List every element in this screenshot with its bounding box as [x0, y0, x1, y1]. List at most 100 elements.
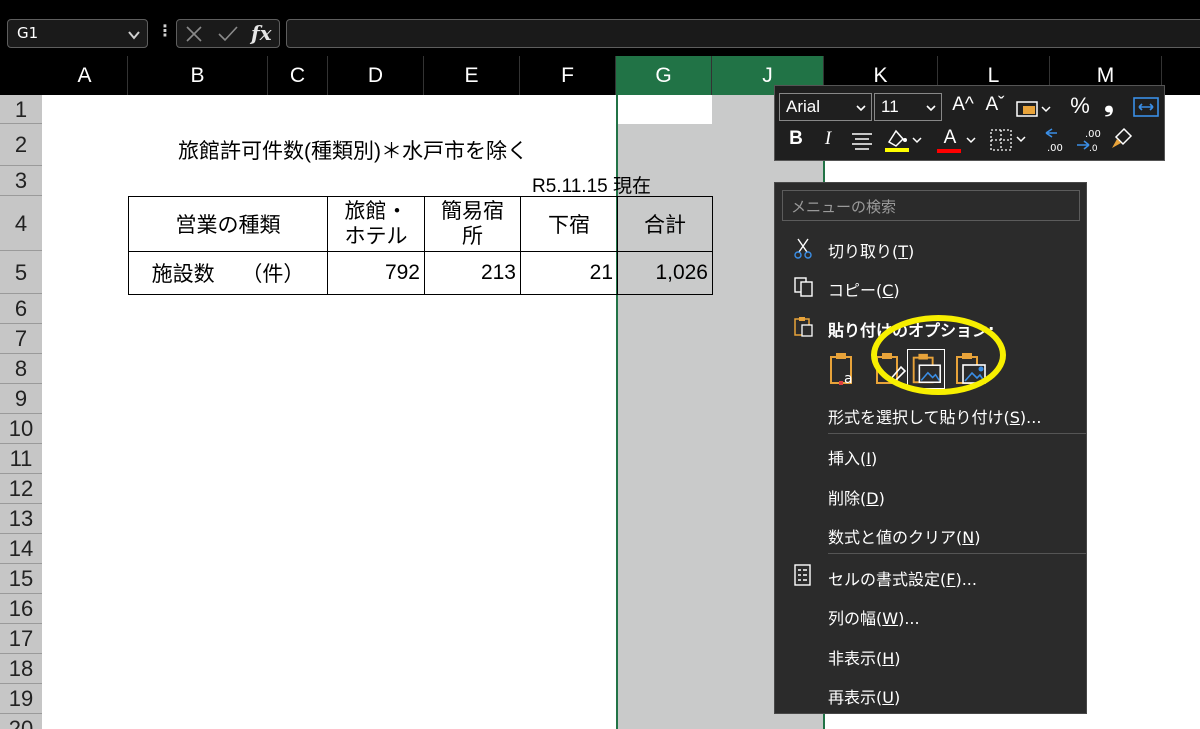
copy-icon [794, 277, 813, 297]
row-header-5[interactable]: 5 [0, 251, 42, 294]
row-header-2[interactable]: 2 [0, 124, 42, 166]
paste-values-icon[interactable]: a [825, 349, 863, 389]
bold-button[interactable]: B [787, 128, 805, 150]
font-size-dropdown[interactable]: 11 [874, 93, 942, 121]
menu-item-column-width[interactable]: 列の幅(W)... [828, 605, 920, 629]
format-cells-icon [794, 564, 811, 586]
header-total[interactable]: 合計 [617, 196, 713, 252]
row-header-10[interactable]: 10 [0, 414, 42, 444]
menu-separator [828, 553, 1086, 554]
increase-decimal-icon[interactable]: .00 [1043, 126, 1071, 154]
row-header-13[interactable]: 13 [0, 504, 42, 534]
menu-item-paste-special[interactable]: 形式を選択して貼り付け(S)... [828, 404, 1041, 428]
cancel-icon[interactable] [185, 25, 203, 43]
column-header-b[interactable]: B [128, 56, 268, 95]
row-label-facilities[interactable]: 施設数 （件） [128, 251, 328, 295]
wrap-text-icon[interactable] [1133, 96, 1159, 118]
value-total[interactable]: 1,026 [617, 251, 713, 295]
mini-toolbar: Arial 11 A^ Aˇ % ❟ B I A .00 .00.0 [774, 85, 1165, 161]
enter-check-icon[interactable] [217, 25, 239, 43]
formula-buttons: fx [176, 19, 280, 48]
fill-color-icon[interactable] [883, 126, 923, 154]
header-simple-lodging[interactable]: 簡易宿 所 [424, 196, 521, 252]
date-label: R5.11.15 現在 [532, 176, 651, 197]
font-name-dropdown[interactable]: Arial [779, 93, 872, 121]
scissors-icon [794, 238, 812, 259]
font-color-button[interactable]: A [941, 127, 959, 149]
italic-button[interactable]: I [820, 128, 836, 150]
active-cell-g1[interactable] [618, 95, 712, 124]
row-header-20[interactable]: 20 [0, 714, 42, 729]
font-size-value: 11 [881, 97, 899, 116]
font-name-value: Arial [786, 97, 821, 116]
context-menu: メニューの検索 切り取り(T) コピー(C) 貼り付けのオプション: a 形式を… [774, 182, 1087, 714]
row-header-12[interactable]: 12 [0, 474, 42, 504]
menu-item-hide[interactable]: 非表示(H) [828, 645, 901, 669]
menu-item-cut[interactable]: 切り取り(T) [828, 238, 914, 262]
highlight-circle [871, 315, 1006, 395]
header-type[interactable]: 営業の種類 [128, 196, 328, 252]
column-header-g[interactable]: G [616, 56, 712, 95]
column-header-d[interactable]: D [328, 56, 424, 95]
menu-separator [828, 433, 1086, 434]
formula-bar: G1 ⋮ fx [0, 0, 1200, 56]
increase-font-size-button[interactable]: A^ [951, 94, 975, 116]
header-boarding[interactable]: 下宿 [520, 196, 618, 252]
name-box-value: G1 [17, 24, 39, 42]
row-header-11[interactable]: 11 [0, 444, 42, 474]
borders-icon[interactable] [989, 127, 1029, 153]
header-hotel[interactable]: 旅館・ ホテル [327, 196, 425, 252]
svg-text:a: a [844, 371, 853, 387]
cell-style-icon[interactable] [1015, 98, 1051, 120]
insert-function-icon[interactable]: fx [251, 21, 272, 45]
chevron-down-icon[interactable] [965, 134, 977, 146]
chevron-down-icon [926, 105, 936, 112]
column-header-e[interactable]: E [424, 56, 520, 95]
paste-icon [794, 317, 813, 337]
menu-search-placeholder: メニューの検索 [791, 198, 897, 216]
column-header-f[interactable]: F [520, 56, 616, 95]
chevron-down-icon [856, 105, 866, 112]
font-color-swatch [937, 149, 961, 153]
svg-text:.0: .0 [1089, 144, 1098, 154]
menu-item-clear-contents[interactable]: 数式と値のクリア(N) [828, 524, 980, 548]
row-header-16[interactable]: 16 [0, 594, 42, 624]
menu-search-input[interactable]: メニューの検索 [782, 190, 1080, 221]
svg-text:.00: .00 [1085, 129, 1101, 140]
row-header-6[interactable]: 6 [0, 294, 42, 324]
menu-item-copy[interactable]: コピー(C) [828, 277, 900, 301]
comma-style-button[interactable]: ❟ [1101, 90, 1117, 118]
row-header-3[interactable]: 3 [0, 166, 42, 196]
row-header-14[interactable]: 14 [0, 534, 42, 564]
row-headers: 1 2 3 4 5 6 7 8 9 10 11 12 13 14 15 16 17 18 19 20 [0, 95, 42, 729]
row-header-9[interactable]: 9 [0, 384, 42, 414]
column-header-a[interactable]: A [42, 56, 128, 95]
menu-item-delete[interactable]: 削除(D) [828, 485, 885, 509]
decrease-decimal-icon[interactable]: .00.0 [1075, 126, 1103, 154]
align-center-icon[interactable] [850, 131, 874, 151]
percent-style-button[interactable]: % [1067, 93, 1093, 119]
format-painter-icon[interactable] [1109, 126, 1135, 154]
row-header-8[interactable]: 8 [0, 354, 42, 384]
menu-item-format-cells[interactable]: セルの書式設定(F)... [828, 566, 977, 590]
row-header-7[interactable]: 7 [0, 324, 42, 354]
row-header-4[interactable]: 4 [0, 196, 42, 251]
license-table: 営業の種類 旅館・ ホテル 簡易宿 所 下宿 合計 施設数 （件） 792 21… [128, 196, 713, 295]
column-header-c[interactable]: C [268, 56, 328, 95]
value-hotel[interactable]: 792 [327, 251, 425, 295]
value-simple-lodging[interactable]: 213 [424, 251, 521, 295]
row-header-17[interactable]: 17 [0, 624, 42, 654]
chevron-down-icon[interactable] [127, 28, 141, 42]
formula-input[interactable] [286, 19, 1200, 48]
menu-item-insert[interactable]: 挿入(I) [828, 445, 877, 469]
svg-text:.00: .00 [1047, 143, 1063, 154]
row-header-19[interactable]: 19 [0, 684, 42, 714]
value-boarding[interactable]: 21 [520, 251, 618, 295]
decrease-font-size-button[interactable]: Aˇ [983, 94, 1007, 116]
more-options-icon[interactable]: ⋮ [157, 21, 173, 40]
row-header-15[interactable]: 15 [0, 564, 42, 594]
row-header-18[interactable]: 18 [0, 654, 42, 684]
menu-item-unhide[interactable]: 再表示(U) [828, 684, 900, 708]
name-box[interactable]: G1 [7, 19, 148, 48]
row-header-1[interactable]: 1 [0, 95, 42, 124]
